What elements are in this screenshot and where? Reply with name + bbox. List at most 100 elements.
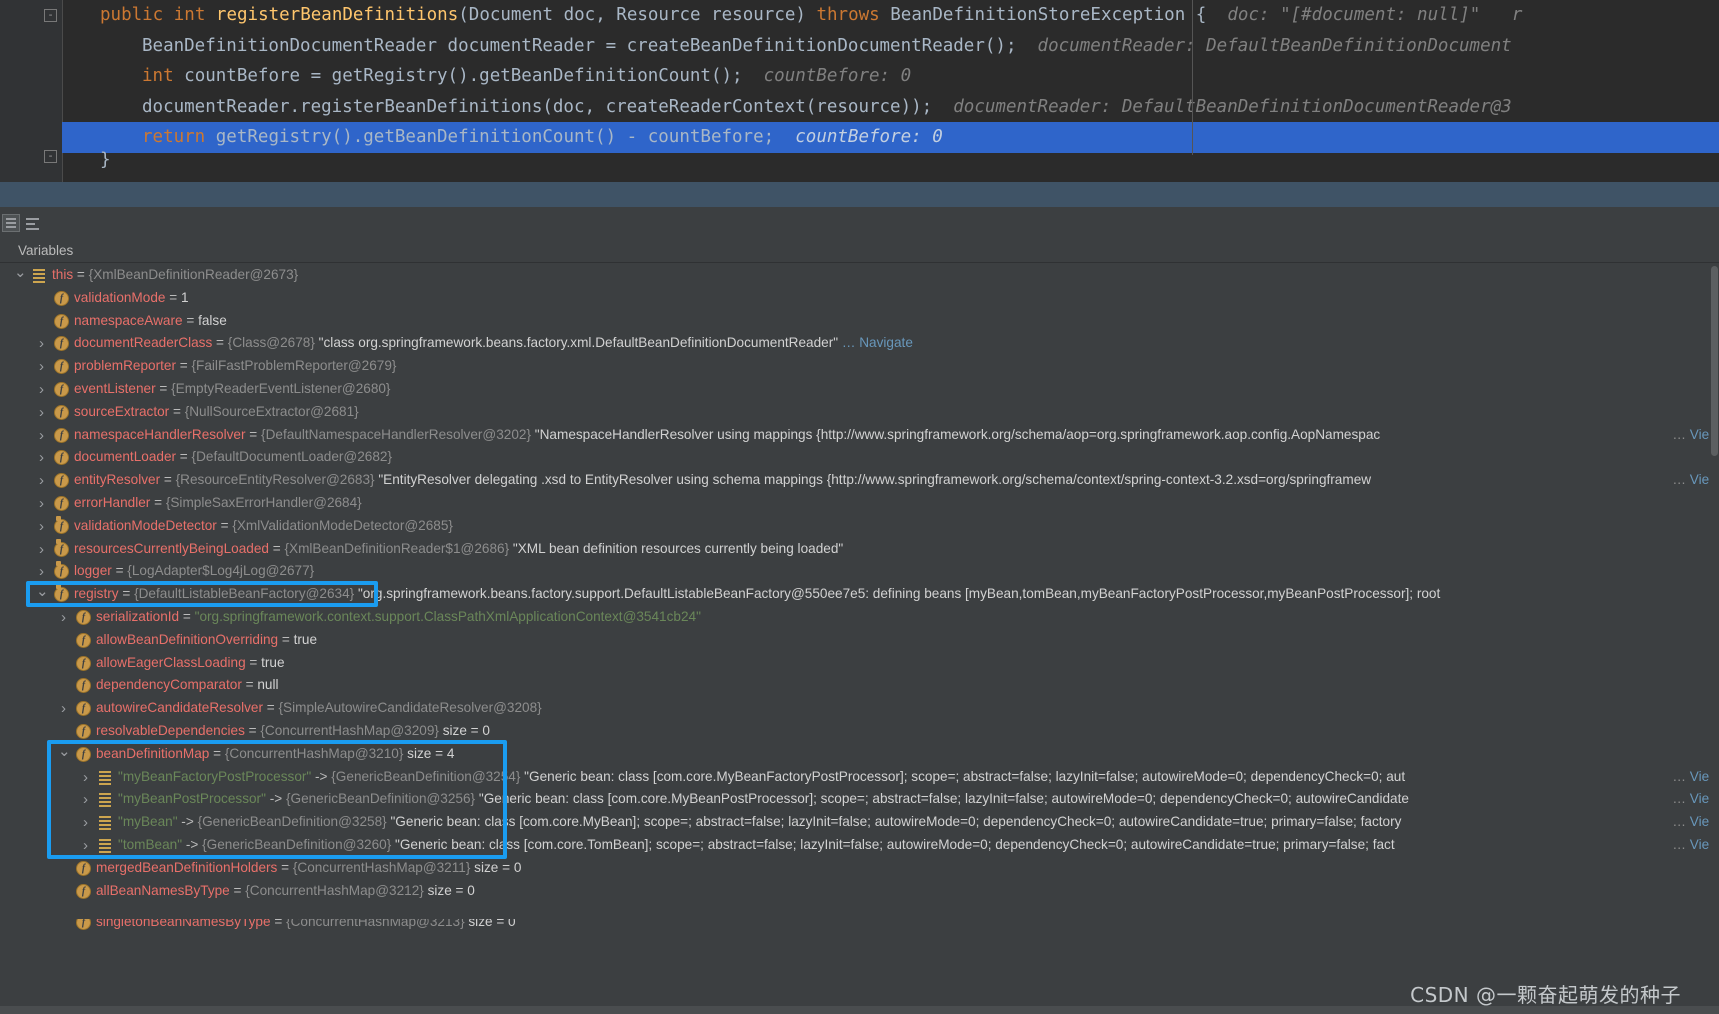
static-field-icon: f — [54, 561, 69, 580]
variable-row[interactable]: f allBeanNamesByType = {ConcurrentHashMap… — [0, 880, 1719, 903]
variables-tree[interactable]: this = {XmlBeanDefinitionReader@2673}fva… — [0, 264, 1719, 919]
editor-gutter[interactable]: - - — [0, 0, 63, 182]
chevron-down-icon[interactable] — [36, 589, 47, 600]
variable-row[interactable]: f serializationId = "org.springframework.… — [0, 606, 1719, 629]
chevron-right-icon[interactable] — [80, 840, 91, 851]
field-icon: f — [76, 746, 91, 762]
line-document-reader[interactable]: BeanDefinitionDocumentReader documentRea… — [62, 31, 1719, 62]
variable-assign-op: = — [244, 722, 261, 738]
code-token: BeanDefinitionStoreException { — [890, 5, 1207, 25]
variable-row[interactable]: f validationModeDetector = {XmlValidation… — [0, 515, 1719, 538]
variable-text: resolvableDependencies = {ConcurrentHash… — [96, 720, 490, 743]
field-icon: f — [76, 609, 91, 625]
collection-size: size = 4 — [403, 745, 455, 761]
variable-row[interactable]: f allowBeanDefinitionOverriding = true — [0, 629, 1719, 652]
variable-value: "Generic bean: class [com.core.MyBeanFac… — [520, 768, 1406, 784]
variable-text: "myBeanPostProcessor" -> {GenericBeanDef… — [118, 788, 1409, 811]
debugger-panel-divider — [0, 182, 1719, 207]
code-fold-marker-icon[interactable]: - — [44, 9, 57, 22]
truncation-ellipsis: … — [1672, 472, 1686, 488]
variable-assign-op: = — [277, 859, 293, 875]
variable-row[interactable]: f documentReaderClass = {Class@2678} "cla… — [0, 332, 1719, 355]
inline-debug-hint: documentReader: DefaultBeanDefinitionDoc… — [1016, 35, 1512, 56]
variable-row[interactable]: f resolvableDependencies = {ConcurrentHas… — [0, 720, 1719, 743]
static-field-icon: f — [54, 584, 69, 603]
variable-row[interactable]: "tomBean" -> {GenericBeanDefinition@3260… — [0, 833, 1719, 857]
field-icon: f — [54, 381, 69, 397]
variable-value: true — [293, 631, 318, 647]
variable-row[interactable]: "myBeanFactoryPostProcessor" -> {Generic… — [0, 765, 1719, 789]
variable-type: {NullSourceExtractor@2681} — [184, 403, 359, 419]
collection-entry-icon — [98, 838, 112, 853]
chevron-right-icon[interactable] — [80, 817, 91, 828]
variable-row[interactable]: f eventListener = {EmptyReaderEventListen… — [0, 378, 1719, 401]
static-field-icon: f — [54, 538, 69, 557]
code-token: int — [173, 5, 216, 25]
code-token: int — [142, 66, 185, 86]
chevron-right-icon[interactable] — [36, 521, 47, 532]
sort-variables-icon[interactable] — [25, 214, 43, 232]
line-signature[interactable]: public int registerBeanDefinitions(Docum… — [62, 0, 1719, 31]
variable-row[interactable]: f errorHandler = {SimpleSaxErrorHandler@2… — [0, 492, 1719, 515]
variable-type: {ConcurrentHashMap@3209} — [260, 722, 439, 738]
chevron-right-icon[interactable] — [36, 407, 47, 418]
chevron-down-icon[interactable] — [14, 270, 25, 281]
variable-row[interactable]: f namespaceHandlerResolver = {DefaultName… — [0, 423, 1719, 447]
chevron-right-icon[interactable] — [36, 566, 47, 577]
variable-row[interactable]: f documentLoader = {DefaultDocumentLoader… — [0, 446, 1719, 469]
variable-row[interactable]: f allowEagerClassLoading = true — [0, 652, 1719, 675]
chevron-right-icon[interactable] — [36, 430, 47, 441]
variables-scrollbar-thumb[interactable] — [1711, 266, 1718, 456]
variable-row[interactable]: this = {XmlBeanDefinitionReader@2673} — [0, 264, 1719, 287]
chevron-right-icon[interactable] — [36, 498, 47, 509]
variable-row[interactable]: f beanDefinitionMap = {ConcurrentHashMap@… — [0, 743, 1719, 766]
chevron-right-icon[interactable] — [36, 544, 47, 555]
code-editor[interactable]: - - public int registerBeanDefinitions(D… — [0, 0, 1719, 182]
variables-scrollbar-track[interactable] — [1709, 264, 1719, 919]
chevron-right-icon[interactable] — [58, 612, 69, 623]
variable-row[interactable]: "myBean" -> {GenericBeanDefinition@3258}… — [0, 811, 1719, 834]
variable-row[interactable]: f validationMode = 1 — [0, 287, 1719, 310]
variable-text: sourceExtractor = {NullSourceExtractor@2… — [74, 401, 359, 424]
line-register-call[interactable]: documentReader.registerBeanDefinitions(d… — [62, 92, 1719, 123]
chevron-right-icon[interactable] — [36, 338, 47, 349]
variable-row[interactable]: f mergedBeanDefinitionHolders = {Concurre… — [0, 857, 1719, 880]
debugger-toolbar[interactable] — [0, 207, 1719, 240]
variable-assign-op: = — [160, 472, 176, 488]
variables-tree-partial-row[interactable]: f singletonBeanNamesByType = {ConcurrentH… — [0, 919, 1719, 933]
variable-row[interactable]: f problemReporter = {FailFastProblemRepor… — [0, 355, 1719, 378]
variable-row[interactable]: f dependencyComparator = null — [0, 674, 1719, 697]
variable-text: "tomBean" -> {GenericBeanDefinition@3260… — [118, 834, 1395, 857]
chevron-right-icon[interactable] — [36, 475, 47, 486]
code-token: getRegistry().getBeanDefinitionCount() -… — [215, 127, 775, 147]
variable-row[interactable]: f autowireCandidateResolver = {SimpleAuto… — [0, 697, 1719, 720]
editor-hscrollbar-track[interactable] — [62, 159, 1719, 168]
line-return[interactable]: return getRegistry().getBeanDefinitionCo… — [62, 122, 1719, 153]
chevron-right-icon[interactable] — [36, 384, 47, 395]
variable-row[interactable]: f sourceExtractor = {NullSourceExtractor@… — [0, 401, 1719, 424]
navigate-link[interactable]: … Navigate — [838, 335, 913, 350]
variable-row[interactable]: f singletonBeanNamesByType = {ConcurrentH… — [0, 919, 1719, 933]
watches-panel-icon[interactable] — [2, 214, 20, 232]
variable-value: "class org.springframework.beans.factory… — [314, 335, 839, 351]
variable-row[interactable]: f entityResolver = {ResourceEntityResolve… — [0, 469, 1719, 492]
variable-row[interactable]: f registry = {DefaultListableBeanFactory@… — [0, 583, 1719, 606]
chevron-right-icon[interactable] — [36, 452, 47, 463]
chevron-right-icon[interactable] — [58, 703, 69, 714]
chevron-right-icon[interactable] — [36, 361, 47, 372]
line-count-before[interactable]: int countBefore = getRegistry().getBeanD… — [62, 61, 1719, 92]
code-lines[interactable]: public int registerBeanDefinitions(Docum… — [62, 0, 1719, 153]
variable-row[interactable]: "myBeanPostProcessor" -> {GenericBeanDef… — [0, 788, 1719, 812]
variable-row[interactable]: f namespaceAware = false — [0, 310, 1719, 333]
variable-row[interactable]: flogger = {LogAdapter$Log4jLog@2677} — [0, 560, 1719, 583]
chevron-right-icon[interactable] — [80, 772, 91, 783]
chevron-right-icon[interactable] — [80, 794, 91, 805]
variable-name: "myBeanPostProcessor" — [118, 791, 266, 807]
variable-text: allowEagerClassLoading = true — [96, 652, 285, 675]
code-fold-marker-end-icon[interactable]: - — [44, 150, 57, 163]
chevron-down-icon[interactable] — [58, 749, 69, 760]
variable-row[interactable]: f resourcesCurrentlyBeingLoaded = {XmlBea… — [0, 538, 1719, 561]
variable-name: logger — [74, 563, 112, 579]
variable-text: "myBean" -> {GenericBeanDefinition@3258}… — [118, 811, 1401, 834]
variable-name: namespaceAware — [74, 312, 183, 328]
